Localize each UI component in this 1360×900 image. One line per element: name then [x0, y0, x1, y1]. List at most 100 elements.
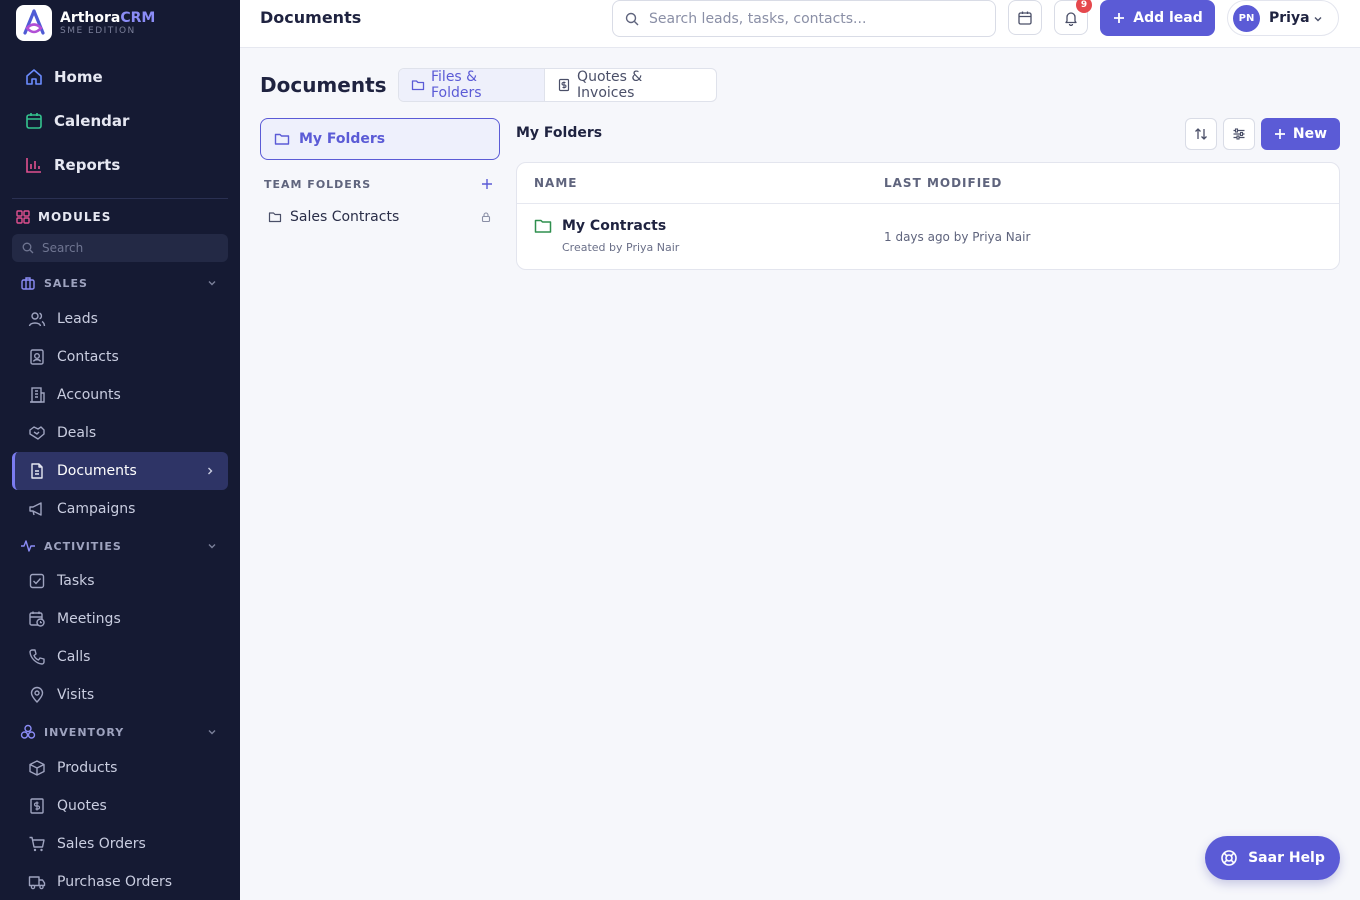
nav-home-label: Home	[54, 68, 103, 86]
sidebar-item-products[interactable]: Products	[12, 749, 228, 787]
bar-chart-icon	[26, 158, 41, 173]
sidebar-item-label: Documents	[57, 463, 137, 479]
activity-icon	[21, 540, 35, 552]
sidebar-item-meetings[interactable]: Meetings	[12, 600, 228, 638]
package-icon	[29, 760, 45, 776]
global-search[interactable]	[612, 0, 996, 37]
sort-button[interactable]	[1185, 118, 1217, 150]
list-title: My Folders	[516, 125, 603, 141]
section-activities[interactable]: ACTIVITIES	[12, 535, 228, 557]
top-nav: Home Calendar Reports	[12, 55, 228, 187]
truck-icon	[28, 876, 46, 890]
folder-name[interactable]: My Contracts	[562, 218, 666, 234]
chevron-down-icon	[208, 281, 216, 286]
sidebar-item-deals[interactable]: Deals	[12, 414, 228, 452]
tab-files-folders[interactable]: Files & Folders	[399, 69, 546, 101]
chevron-right-icon	[208, 467, 213, 475]
sliders-icon	[1233, 128, 1245, 140]
calendar-clock-icon	[29, 611, 45, 627]
sidebar-item-accounts[interactable]: Accounts	[12, 376, 228, 414]
document-tabs: Files & Folders Quotes & Invoices	[398, 68, 717, 102]
nav-home[interactable]: Home	[12, 55, 228, 99]
folder-icon	[268, 212, 282, 223]
brand-edition: SME EDITION	[60, 25, 136, 36]
plus-icon	[1114, 13, 1125, 23]
section-sales[interactable]: SALES	[12, 272, 228, 294]
add-lead-button[interactable]: Add lead	[1100, 0, 1215, 36]
chevron-down-icon	[208, 544, 216, 549]
map-pin-icon	[30, 686, 44, 703]
chevron-down-icon	[1314, 17, 1322, 22]
dollar-document-icon	[558, 78, 570, 92]
header-title: Documents	[260, 8, 362, 27]
notifications-button[interactable]: 9	[1054, 0, 1092, 35]
new-button[interactable]: New	[1261, 118, 1340, 150]
sidebar-item-label: Sales Orders	[57, 836, 146, 852]
help-button[interactable]: Saar Help	[1205, 836, 1340, 880]
add-team-folder-icon[interactable]	[480, 177, 494, 191]
sidebar-item-documents[interactable]: Documents	[12, 452, 228, 490]
brand-name: ArthoraCRM	[60, 9, 156, 26]
nav-calendar[interactable]: Calendar	[12, 99, 228, 143]
sidebar-item-label: Campaigns	[57, 501, 136, 517]
users-icon	[28, 312, 46, 327]
grid-icon	[16, 210, 30, 224]
sidebar-item-purchase-orders[interactable]: Purchase Orders	[12, 863, 228, 900]
document-icon	[31, 463, 43, 479]
team-folder-name: Sales Contracts	[290, 209, 400, 225]
modules-header: MODULES	[16, 208, 111, 226]
calendar-button[interactable]	[1008, 0, 1042, 35]
team-folders-header: TEAM FOLDERS	[260, 173, 500, 195]
sidebar-item-quotes[interactable]: Quotes	[12, 787, 228, 825]
team-folders-label: TEAM FOLDERS	[264, 177, 372, 191]
user-menu[interactable]: PN Priya	[1227, 0, 1339, 36]
column-header-last-modified[interactable]: LAST MODIFIED	[884, 176, 1002, 190]
handshake-icon	[29, 426, 45, 440]
sidebar-item-sales-orders[interactable]: Sales Orders	[12, 825, 228, 863]
sidebar-item-contacts[interactable]: Contacts	[12, 338, 228, 376]
sidebar-item-tasks[interactable]: Tasks	[12, 562, 228, 600]
boxes-icon	[20, 724, 36, 739]
tab-label: Files & Folders	[431, 69, 482, 101]
sidebar-item-label: Accounts	[57, 387, 121, 403]
sidebar-item-campaigns[interactable]: Campaigns	[12, 490, 228, 528]
nav-calendar-label: Calendar	[54, 112, 130, 130]
briefcase-icon	[21, 277, 35, 290]
sidebar-item-label: Tasks	[57, 573, 95, 589]
help-label: Saar Help	[1248, 850, 1325, 866]
chevron-down-icon	[208, 730, 216, 735]
nav-reports-label: Reports	[54, 156, 121, 174]
sidebar-item-label: Meetings	[57, 611, 121, 627]
section-inventory[interactable]: INVENTORY	[12, 721, 228, 743]
avatar: PN	[1233, 4, 1260, 32]
sidebar-search[interactable]	[12, 234, 228, 262]
folders-table: NAME LAST MODIFIED My Contracts Created …	[516, 162, 1340, 270]
brand[interactable]: ArthoraCRM SME EDITION	[16, 4, 155, 42]
sidebar-item-label: Products	[57, 760, 118, 776]
user-name: Priya	[1269, 10, 1310, 26]
section-activities-label: ACTIVITIES	[44, 539, 122, 553]
sidebar-item-visits[interactable]: Visits	[12, 676, 228, 714]
plus-icon	[1274, 129, 1285, 139]
folder-icon	[274, 133, 290, 145]
my-folders-button[interactable]: My Folders	[260, 118, 500, 160]
sidebar-item-calls[interactable]: Calls	[12, 638, 228, 676]
sidebar-item-leads[interactable]: Leads	[12, 300, 228, 338]
filter-button[interactable]	[1223, 118, 1255, 150]
column-header-name[interactable]: NAME	[534, 176, 577, 190]
nav-reports[interactable]: Reports	[12, 143, 228, 187]
sidebar-search-input[interactable]	[42, 241, 212, 255]
sidebar-item-label: Purchase Orders	[57, 874, 173, 890]
home-icon	[26, 69, 42, 85]
table-row[interactable]: My Contracts Created by Priya Nair 1 day…	[517, 204, 1339, 269]
new-button-label: New	[1292, 126, 1328, 142]
calendar-icon	[1018, 11, 1032, 25]
global-search-input[interactable]	[649, 10, 979, 27]
team-folder-item[interactable]: Sales Contracts	[260, 203, 500, 231]
search-icon	[625, 12, 639, 25]
building-icon	[30, 387, 45, 403]
page-title: Documents	[260, 73, 387, 97]
sales-list: Leads Contacts Accounts Deals Documents …	[12, 300, 228, 528]
sidebar-item-label: Visits	[57, 687, 95, 703]
tab-quotes-invoices[interactable]: Quotes & Invoices	[545, 69, 716, 101]
